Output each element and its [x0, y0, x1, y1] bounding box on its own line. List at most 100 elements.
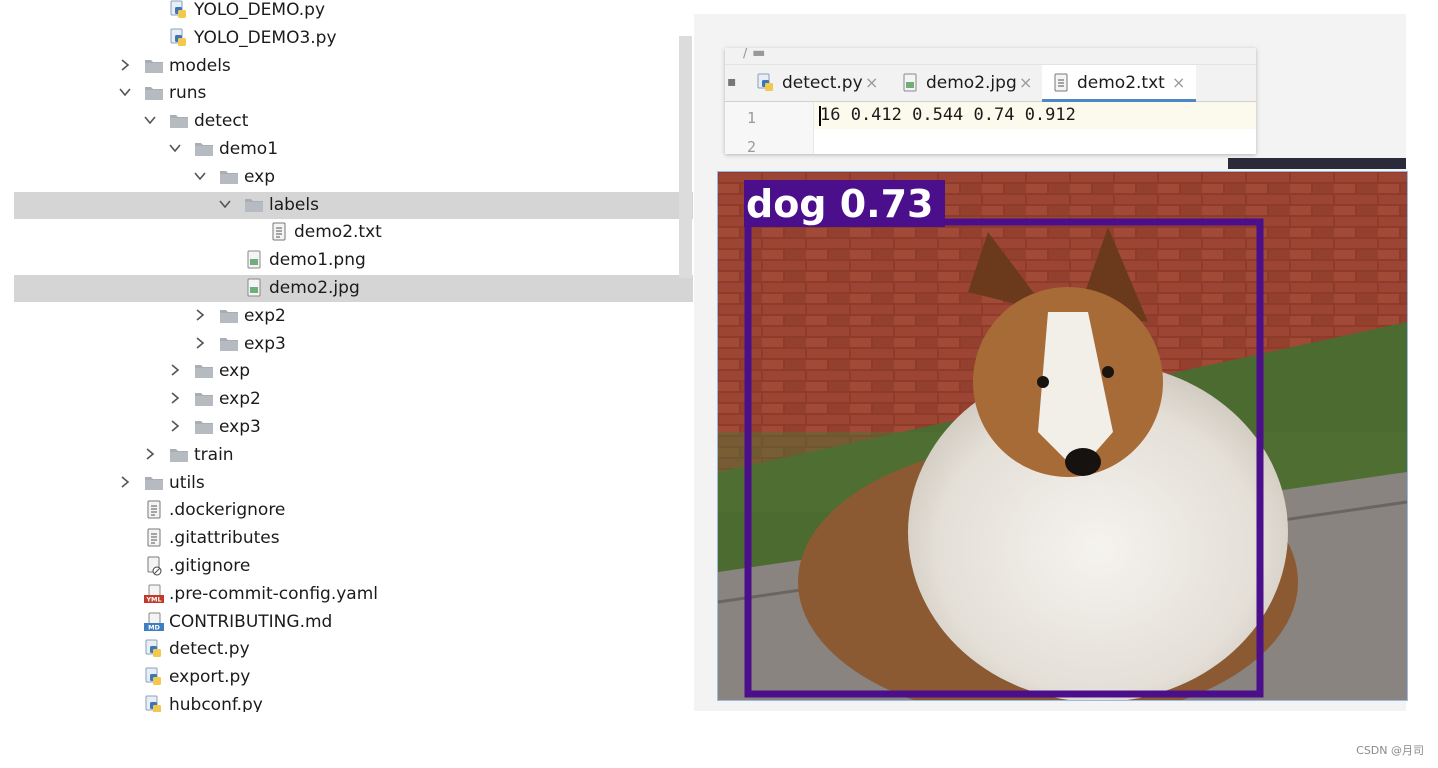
folder-icon: [244, 195, 264, 215]
svg-text:YML: YML: [145, 595, 161, 603]
chevron-right-icon[interactable]: [193, 307, 207, 323]
detection-image: dog 0.73: [717, 171, 1408, 701]
chevron-right-icon[interactable]: [143, 446, 157, 462]
close-icon[interactable]: ×: [1019, 73, 1032, 93]
folder-icon: [194, 389, 214, 409]
chevron-down-icon[interactable]: [193, 168, 207, 184]
chevron-down-icon[interactable]: [218, 196, 232, 212]
tree-item[interactable]: export.py: [14, 664, 693, 691]
text-file-icon: [269, 222, 289, 242]
tree-item[interactable]: labels: [14, 191, 693, 219]
tab-label: detect.py: [782, 73, 863, 93]
tree-item[interactable]: demo1: [14, 136, 693, 163]
folder-icon: [144, 83, 164, 103]
close-icon[interactable]: ×: [1172, 73, 1185, 93]
tab-detect-py[interactable]: detect.py ×: [747, 65, 883, 101]
svg-text:MD: MD: [148, 623, 160, 631]
text-editor-window: / ▬ ▪ detect.py × demo2.jpg × demo2.txt …: [725, 48, 1256, 154]
tree-item[interactable]: exp2: [14, 386, 693, 413]
tree-item[interactable]: demo2.txt: [14, 219, 693, 246]
tree-item-label: demo1.png: [269, 250, 366, 271]
tab-demo2-txt[interactable]: demo2.txt ×: [1042, 65, 1196, 102]
chevron-down-icon[interactable]: [143, 112, 157, 128]
folder-icon: [169, 445, 189, 465]
tree-item[interactable]: runs: [14, 80, 693, 107]
text-file-icon: [144, 528, 164, 548]
tree-item-label: exp3: [244, 333, 286, 354]
tree-item-label: detect: [194, 111, 249, 132]
code-text[interactable]: 16 0.412 0.544 0.74 0.912: [820, 105, 1076, 126]
folder-icon: [169, 111, 189, 131]
image-file-icon: [244, 250, 264, 270]
tree-item[interactable]: .gitignore: [14, 553, 693, 580]
folder-icon: [194, 139, 214, 159]
tree-item[interactable]: MD CONTRIBUTING.md: [14, 609, 693, 636]
tab-bar-left-marker: ▪: [727, 74, 737, 90]
tree-item-label: models: [169, 55, 231, 76]
tree-item[interactable]: demo1.png: [14, 247, 693, 274]
tree-item-label: export.py: [169, 667, 251, 688]
chevron-right-icon[interactable]: [168, 390, 182, 406]
tree-item-label: utils: [169, 472, 205, 493]
folder-icon: [144, 56, 164, 76]
tree-item-label: .pre-commit-config.yaml: [169, 583, 378, 604]
tree-item[interactable]: YOLO_DEMO.py: [14, 0, 693, 24]
chevron-down-icon[interactable]: [118, 84, 132, 100]
tree-item-label: demo2.txt: [294, 222, 382, 243]
tree-item[interactable]: YML .pre-commit-config.yaml: [14, 581, 693, 608]
close-icon[interactable]: ×: [865, 73, 878, 93]
tree-item[interactable]: demo2.jpg: [14, 275, 693, 302]
tree-item-label: hubconf.py: [169, 695, 263, 712]
tree-item-label: exp3: [219, 417, 261, 437]
tree-item[interactable]: train: [14, 442, 693, 469]
tree-item[interactable]: exp: [14, 358, 693, 385]
tree-item[interactable]: detect.py: [14, 636, 693, 663]
editor-tab-bar: ▪ detect.py × demo2.jpg × demo2.txt ×: [725, 65, 1256, 102]
chevron-right-icon[interactable]: [168, 418, 182, 434]
image-file-icon: [244, 278, 264, 298]
tab-demo2-jpg[interactable]: demo2.jpg ×: [891, 65, 1039, 101]
tree-item[interactable]: exp2: [14, 303, 693, 330]
tree-item-label: demo1: [219, 139, 279, 159]
tree-item-label: train: [194, 444, 234, 465]
python-file-icon: [144, 639, 164, 659]
tree-item[interactable]: .dockerignore: [14, 497, 693, 524]
tree-item[interactable]: hubconf.py: [14, 692, 693, 712]
text-file-icon: [1051, 73, 1071, 93]
tree-item[interactable]: exp: [14, 164, 693, 191]
chevron-right-icon[interactable]: [168, 362, 182, 378]
watermark: CSDN @月司: [1356, 744, 1424, 757]
folder-icon: [144, 473, 164, 493]
tree-item[interactable]: exp3: [14, 331, 693, 358]
chevron-right-icon[interactable]: [118, 474, 132, 490]
text-file-icon: [144, 500, 164, 520]
editor-top-strip: / ▬: [725, 48, 1256, 65]
chevron-right-icon[interactable]: [118, 57, 132, 73]
tree-item-label: exp: [244, 166, 276, 187]
tree-item-label: exp2: [219, 389, 261, 410]
tree-item[interactable]: exp3: [14, 414, 693, 441]
tree-item-label: .gitattributes: [169, 528, 280, 549]
gitignore-file-icon: [144, 556, 164, 576]
folder-icon: [194, 417, 214, 437]
tree-item-label: labels: [269, 194, 319, 215]
tab-label: demo2.jpg: [926, 73, 1017, 93]
tree-item[interactable]: models: [14, 53, 693, 80]
chevron-right-icon[interactable]: [193, 335, 207, 351]
tree-item[interactable]: .gitattributes: [14, 525, 693, 552]
tree-item[interactable]: YOLO_DEMO3.py: [14, 25, 693, 52]
chevron-down-icon[interactable]: [168, 140, 182, 156]
tree-item-label: CONTRIBUTING.md: [169, 611, 333, 632]
text-caret: [819, 106, 821, 126]
python-file-icon: [144, 695, 164, 712]
yaml-file-icon: YML: [144, 584, 164, 604]
tree-item-label: exp2: [244, 305, 286, 326]
project-tree-scrollbar[interactable]: [679, 36, 692, 278]
tree-item-label: demo2.jpg: [269, 278, 360, 298]
tree-item[interactable]: utils: [14, 470, 693, 497]
tree-item-label: detect.py: [169, 639, 250, 660]
line-number: 2: [747, 138, 757, 154]
tree-item-label: runs: [169, 83, 207, 104]
tree-item[interactable]: detect: [14, 108, 693, 135]
folder-icon: [219, 306, 239, 326]
